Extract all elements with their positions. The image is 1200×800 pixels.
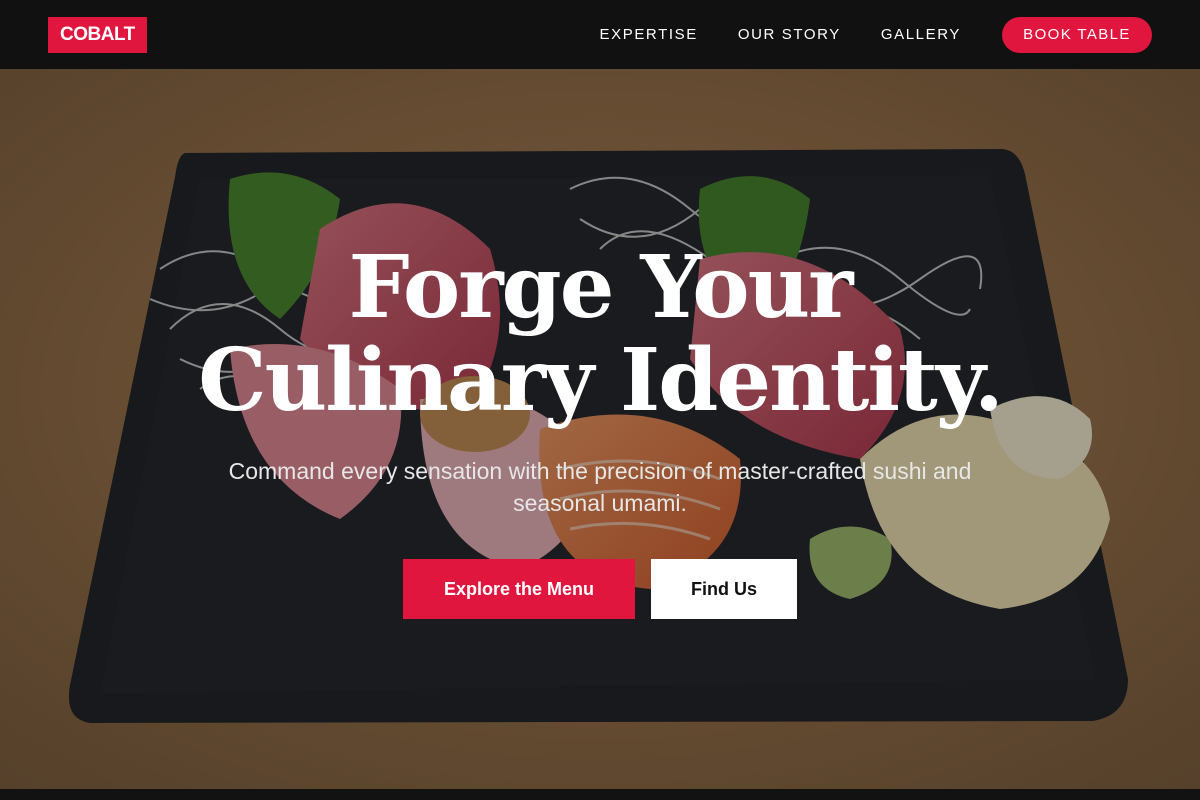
- hero-headline-line-2: Culinary Identity.: [198, 330, 1004, 431]
- brand-logo[interactable]: COBALT: [48, 16, 147, 53]
- hero-headline-line-1: Forge Your: [348, 237, 854, 338]
- nav-link-our-story[interactable]: OUR STORY: [738, 26, 841, 43]
- main-nav-links: EXPERTISE OUR STORY GALLERY BOOK TABLE: [560, 16, 1152, 53]
- top-navigation-bar: COBALT EXPERTISE OUR STORY GALLERY BOOK …: [0, 0, 1200, 69]
- nav-link-gallery[interactable]: GALLERY: [881, 26, 961, 43]
- nav-link-expertise[interactable]: EXPERTISE: [600, 26, 698, 43]
- find-us-button[interactable]: Find Us: [651, 559, 797, 619]
- explore-menu-button[interactable]: Explore the Menu: [403, 559, 635, 619]
- hero-subtitle: Command every sensation with the precisi…: [228, 458, 972, 516]
- hero-section: Forge Your Culinary Identity. Command ev…: [0, 69, 1200, 789]
- next-section-edge: [0, 789, 1200, 800]
- book-table-button[interactable]: BOOK TABLE: [1002, 16, 1152, 53]
- hero-headline: Forge Your Culinary Identity.: [0, 241, 1200, 427]
